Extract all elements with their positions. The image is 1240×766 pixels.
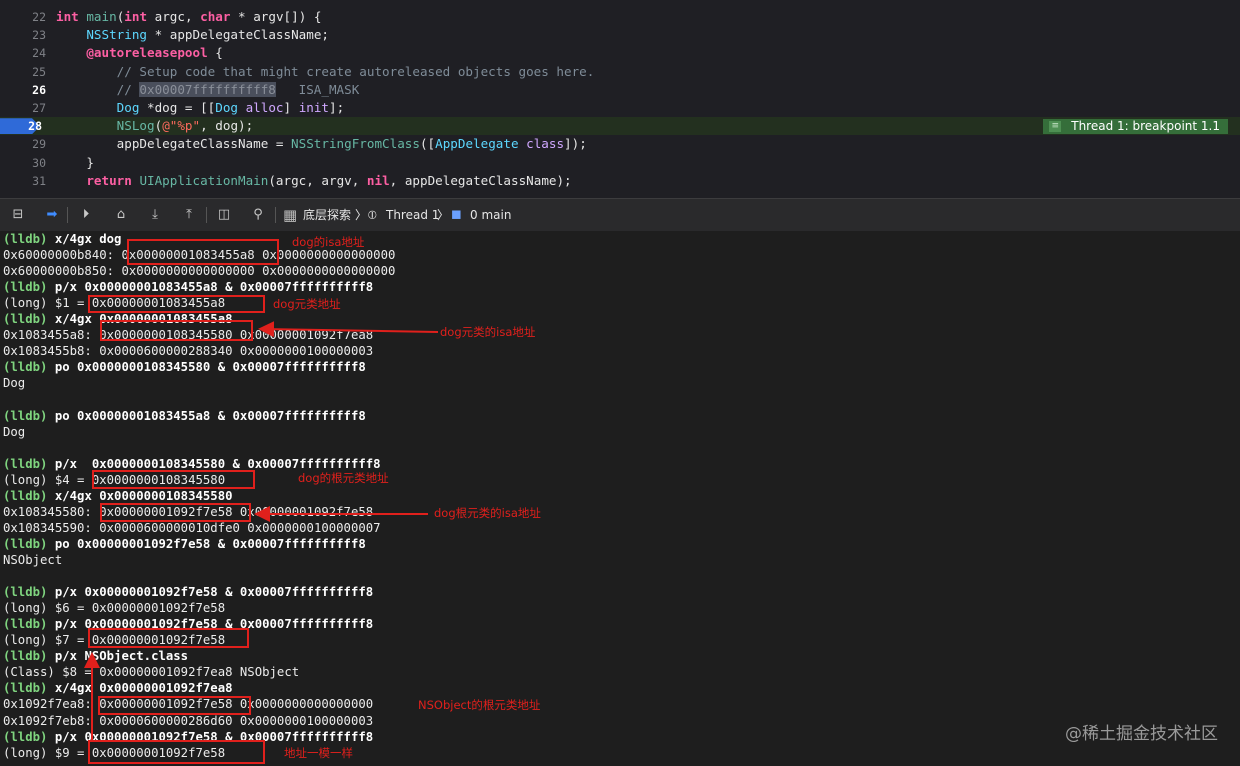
toolbar-divider [206,207,207,223]
step-over-icon[interactable]: ⌂ [112,207,130,223]
code-line[interactable]: 25 // Setup code that might create autor… [0,63,1240,81]
debug-toolbar: ⊟ ➡ ⏵ ⌂ ⤓ ⤒ ◫ ⚲ ▦ 底层探索〉 ⦶ Thread 1 〉 ◼ 0 main [0,198,1240,232]
code-text: int main(int argc, char * argv[]) { [56,9,322,24]
step-into-icon[interactable]: ⤓ [146,207,164,223]
user-icon[interactable]: ◼ [451,207,462,223]
thread-icon[interactable]: ⦶ [368,207,377,223]
line-number: 23 [32,28,46,43]
lldb-console[interactable]: (lldb) x/4gx dog 0x60000000b840: 0x000000… [0,231,1240,766]
breakpoints-toggle-icon[interactable]: ➡ [43,207,61,223]
line-number: 22 [32,10,46,24]
code-text: NSLog(@"%p", dog); [116,118,254,134]
code-text: // Setup code that might create autorele… [56,63,595,79]
scheme-icon[interactable]: ▦ [283,207,297,223]
chevron-right-icon[interactable]: 〉 [355,207,367,223]
hide-debug-area-icon[interactable]: ⊟ [9,207,27,223]
memory-graph-icon[interactable]: ⚲ [249,207,267,223]
toolbar-divider [275,207,276,223]
list-icon: ≡ [1049,121,1062,133]
code-line[interactable]: 31 return UIApplicationMain(argc, argv, … [0,172,1240,190]
code-editor[interactable]: 22 int main(int argc, char * argv[]) { 23 … [0,0,1240,198]
toolbar-divider [67,207,68,223]
continue-icon[interactable]: ⏵ [77,207,95,223]
line-number: 24 [32,46,46,61]
code-text: // 0x00007ffffffffff8 ISA_MASK [56,81,360,97]
line-number: 29 [32,137,46,152]
line-number: 30 [32,155,46,170]
annotation-arrow [258,321,439,338]
code-text: Dog *dog = [[Dog alloc] init]; [116,100,345,115]
code-line[interactable]: 28 NSLog(@"%p", dog); ≡ Thread 1: breakpoi… [0,117,1240,136]
line-number: 26 [32,82,46,97]
code-line[interactable]: 29 appDelegateClassName = NSStringFromCl… [0,135,1240,153]
code-line[interactable]: 22 int main(int argc, char * argv[]) { [0,8,1240,26]
line-number: 25 [32,64,46,79]
code-line[interactable]: 30 } [0,154,1240,172]
line-number: 31 [32,173,46,188]
badge-label: Thread 1: breakpoint 1.1 [1071,119,1220,134]
annotation-arrows [84,321,439,741]
view-hierarchy-icon[interactable]: ◫ [215,207,233,223]
breadcrumb-target[interactable]: 底层探索 [303,207,351,223]
code-text: @autoreleasepool { [86,45,223,61]
breadcrumb-thread[interactable]: Thread 1 [386,207,439,223]
step-out-icon[interactable]: ⤒ [180,207,198,223]
code-line[interactable]: 26 // 0x00007ffffffffff8 ISA_MASK [0,81,1240,99]
code-line[interactable]: 27 Dog *dog = [[Dog alloc] init]; [0,99,1240,117]
code-text: } [56,154,94,170]
line-number: 27 [32,101,46,115]
line-number: 28 [28,119,42,134]
code-line[interactable]: 23 NSString * appDelegateClassName; [0,26,1240,44]
code-line[interactable]: 24 @autoreleasepool { [0,44,1240,62]
chevron-right-icon[interactable]: 〉 [437,207,449,223]
code-text: return UIApplicationMain(argc, argv, nil… [86,172,572,188]
breadcrumb-frame[interactable]: 0 main [470,207,511,223]
code-text: NSString * appDelegateClassName; [86,27,329,43]
watermark: @稀土掘金技术社区 [1065,724,1218,744]
breakpoint-badge[interactable]: ≡ Thread 1: breakpoint 1.1 [1043,119,1228,135]
code-text: appDelegateClassName = NSStringFromClass… [56,136,587,152]
